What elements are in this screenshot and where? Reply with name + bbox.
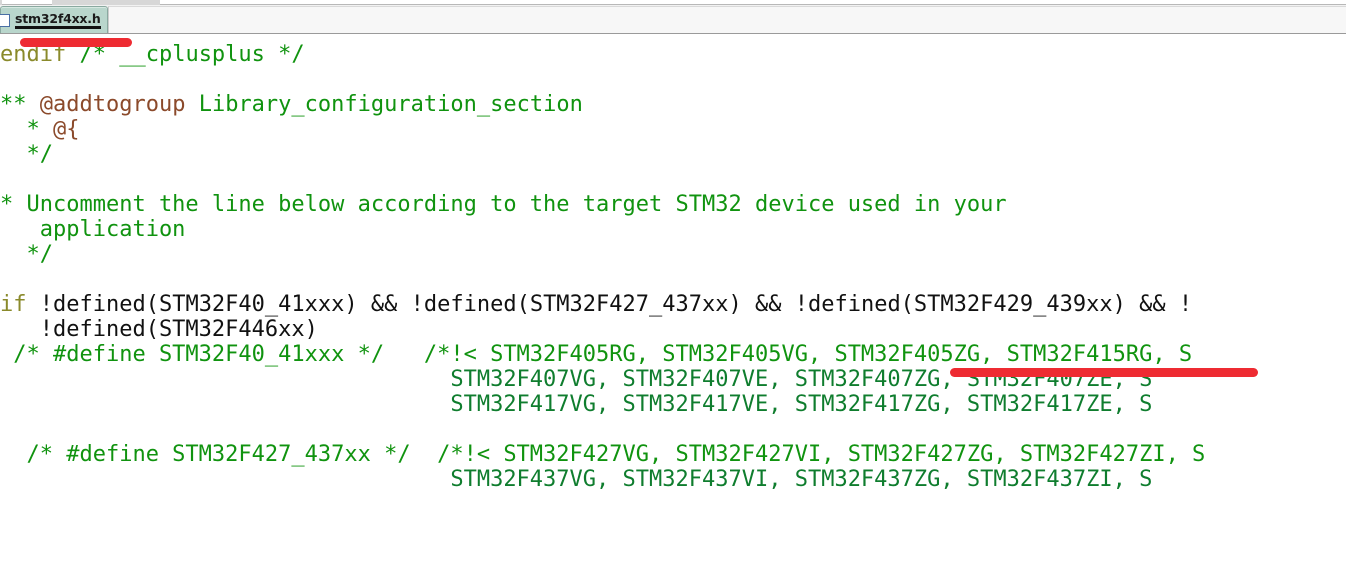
code-token: * bbox=[0, 117, 53, 142]
code-token: ** bbox=[0, 92, 40, 117]
code-line: */ bbox=[0, 242, 53, 267]
code-line: */ bbox=[0, 142, 53, 167]
code-token: !defined(STM32F40_41xxx) && !defined(STM… bbox=[39, 292, 1193, 317]
code-token: /* #define STM32F427_437xx */ /*!< STM32… bbox=[0, 442, 1206, 467]
code-token: if bbox=[0, 292, 40, 317]
code-line: STM32F417VG, STM32F417VE, STM32F417ZG, S… bbox=[0, 392, 1152, 417]
code-line: application bbox=[0, 217, 186, 242]
code-token: @addtogroup bbox=[39, 92, 199, 117]
strip-segment-mid bbox=[52, 0, 160, 5]
code-token: /* #define STM32F40_41xxx */ /*!< STM32F… bbox=[0, 342, 1193, 367]
tab-bar-empty-area bbox=[108, 6, 1346, 33]
code-token: * Uncomment the line below according to … bbox=[0, 192, 1007, 217]
strip-segment-left bbox=[0, 0, 2, 5]
code-token: */ bbox=[0, 142, 53, 167]
code-token: application bbox=[0, 217, 186, 242]
code-line: * Uncomment the line below according to … bbox=[0, 192, 1007, 217]
code-line: if !defined(STM32F40_41xxx) && !defined(… bbox=[0, 292, 1192, 317]
code-token: STM32F417VG, STM32F417VE, STM32F417ZG, S… bbox=[0, 392, 1153, 417]
code-token: !defined(STM32F446xx) bbox=[0, 317, 318, 342]
code-token: @{ bbox=[52, 117, 80, 142]
red-underline-defined-stm32f429 bbox=[950, 368, 1258, 377]
code-line: !defined(STM32F446xx) bbox=[0, 317, 318, 342]
file-header-icon bbox=[0, 13, 10, 27]
code-token: STM32F437VG, STM32F437VI, STM32F437ZG, S… bbox=[0, 467, 1153, 492]
editor-tab-label: stm32f4xx.h bbox=[15, 11, 101, 29]
code-token: Library_configuration_section bbox=[198, 92, 583, 117]
code-line: * @{ bbox=[0, 117, 79, 142]
editor-tab-stm32f4xx-h[interactable]: stm32f4xx.h bbox=[0, 6, 108, 33]
code-token: */ bbox=[0, 242, 53, 267]
tab-bar: stm32f4xx.h bbox=[0, 0, 1346, 34]
code-line: ** @addtogroup Library_configuration_sec… bbox=[0, 92, 583, 117]
code-editor-content[interactable]: endif /* __cplusplus */ ** @addtogroup L… bbox=[0, 34, 1346, 581]
code-line: /* #define STM32F427_437xx */ /*!< STM32… bbox=[0, 442, 1205, 467]
red-underline-endif bbox=[20, 38, 132, 47]
tab-bar-top-strip bbox=[0, 0, 1346, 5]
code-line: /* #define STM32F40_41xxx */ /*!< STM32F… bbox=[0, 342, 1192, 367]
code-line: STM32F437VG, STM32F437VI, STM32F437ZG, S… bbox=[0, 467, 1152, 492]
